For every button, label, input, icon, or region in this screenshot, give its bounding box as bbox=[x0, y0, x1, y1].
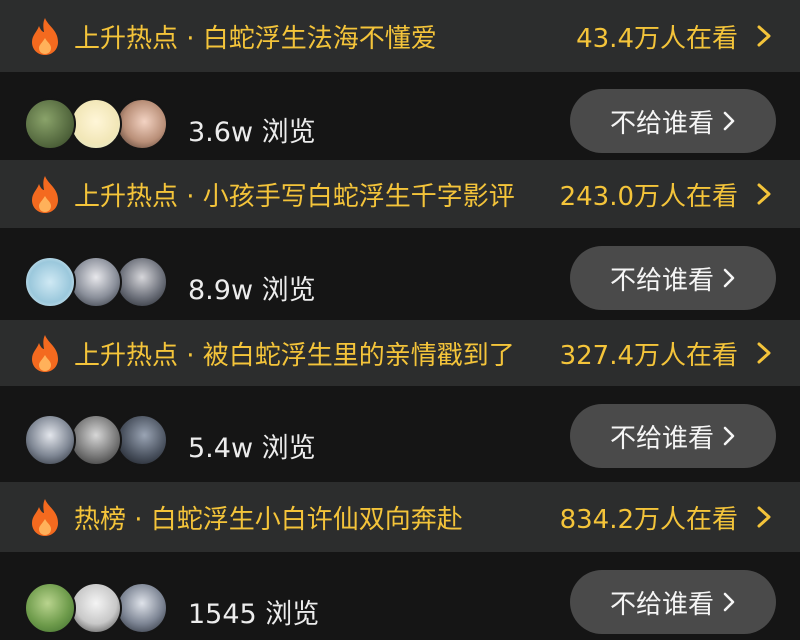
forest-photo-avatar bbox=[24, 98, 76, 150]
anime-character-avatar bbox=[24, 414, 76, 466]
cartoon-girl-avatar bbox=[70, 98, 122, 150]
button-label: 不给谁看 bbox=[609, 108, 714, 139]
view-count: 1545 浏览 bbox=[188, 599, 320, 630]
hot-topic-title: 上升热点 · 小孩手写白蛇浮生千字影评 bbox=[74, 181, 515, 212]
viewer-count: 243.0万人在看 bbox=[559, 181, 738, 212]
chevron-right-icon bbox=[723, 268, 735, 288]
chevron-right-icon bbox=[757, 183, 771, 205]
hot-topic-title: 热榜 · 白蛇浮生小白许仙双向奔赴 bbox=[74, 504, 463, 535]
button-label: 不给谁看 bbox=[609, 589, 714, 620]
button-label: 不给谁看 bbox=[609, 423, 714, 454]
view-stats-row-1: 3.6w 浏览 不给谁看 bbox=[0, 72, 800, 160]
anime-character-avatar bbox=[70, 256, 122, 308]
flame-icon bbox=[32, 335, 58, 372]
hide-from-button[interactable]: 不给谁看 bbox=[570, 246, 776, 310]
person-photo-avatar bbox=[70, 582, 122, 634]
hot-topic-bar-3[interactable]: 上升热点 · 被白蛇浮生里的亲情戳到了 327.4万人在看 bbox=[0, 320, 800, 386]
cartoon-cat-avatar bbox=[24, 256, 76, 308]
flame-icon bbox=[32, 176, 58, 213]
chevron-right-icon bbox=[723, 426, 735, 446]
viewer-count: 327.4万人在看 bbox=[559, 340, 738, 371]
anime-character-avatar bbox=[116, 256, 168, 308]
hide-from-button[interactable]: 不给谁看 bbox=[570, 404, 776, 468]
hot-topic-bar-4[interactable]: 热榜 · 白蛇浮生小白许仙双向奔赴 834.2万人在看 bbox=[0, 482, 800, 552]
chevron-right-icon bbox=[757, 342, 771, 364]
chevron-right-icon bbox=[757, 506, 771, 528]
hide-from-button[interactable]: 不给谁看 bbox=[570, 89, 776, 153]
viewer-avatars bbox=[24, 414, 174, 466]
button-label: 不给谁看 bbox=[609, 265, 714, 296]
view-count: 8.9w 浏览 bbox=[188, 275, 316, 306]
viewer-count: 834.2万人在看 bbox=[559, 504, 738, 535]
chevron-right-icon bbox=[723, 111, 735, 131]
view-count: 3.6w 浏览 bbox=[188, 117, 316, 148]
viewer-avatars bbox=[24, 98, 174, 150]
view-stats-row-2: 8.9w 浏览 不给谁看 bbox=[0, 228, 800, 320]
tree-photo-avatar bbox=[24, 582, 76, 634]
hot-topic-bar-2[interactable]: 上升热点 · 小孩手写白蛇浮生千字影评 243.0万人在看 bbox=[0, 160, 800, 228]
viewer-avatars bbox=[24, 256, 174, 308]
view-stats-row-4: 1545 浏览 不给谁看 bbox=[0, 552, 800, 640]
viewer-avatars bbox=[24, 582, 174, 634]
hot-topic-title: 上升热点 · 白蛇浮生法海不懂爱 bbox=[74, 23, 437, 54]
view-stats-row-3: 5.4w 浏览 不给谁看 bbox=[0, 386, 800, 482]
view-count: 5.4w 浏览 bbox=[188, 433, 316, 464]
anime-character-avatar bbox=[70, 414, 122, 466]
hot-topic-bar-1[interactable]: 上升热点 · 白蛇浮生法海不懂爱 43.4万人在看 bbox=[0, 0, 800, 72]
viewer-count: 43.4万人在看 bbox=[576, 23, 738, 54]
flame-icon bbox=[32, 18, 58, 55]
hide-from-button[interactable]: 不给谁看 bbox=[570, 570, 776, 634]
flame-icon bbox=[32, 499, 58, 536]
chevron-right-icon bbox=[757, 25, 771, 47]
hot-topic-title: 上升热点 · 被白蛇浮生里的亲情戳到了 bbox=[74, 340, 515, 371]
chevron-right-icon bbox=[723, 592, 735, 612]
girl-selfie-avatar bbox=[116, 98, 168, 150]
anime-character-avatar bbox=[116, 582, 168, 634]
dark-portrait-avatar bbox=[116, 414, 168, 466]
